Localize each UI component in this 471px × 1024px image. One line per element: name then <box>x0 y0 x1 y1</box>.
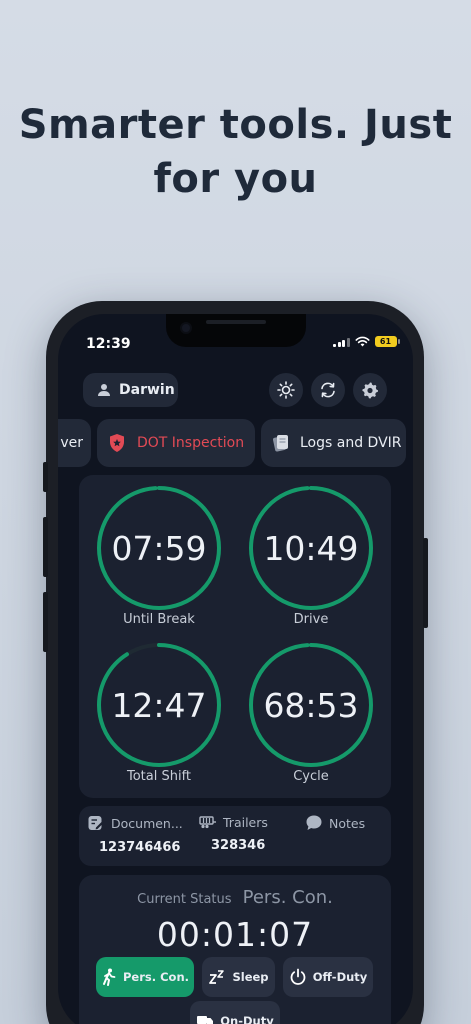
trailers-label: Trailers <box>223 814 268 830</box>
off-duty-label: Off-Duty <box>312 970 368 984</box>
power-icon <box>290 968 306 985</box>
tab-dot-inspection-label: DOT Inspection <box>137 435 245 451</box>
tab-logs-and-dvir-label: Logs and DVIR <box>300 435 402 451</box>
tab-driver[interactable]: ver <box>58 419 91 467</box>
gear-icon <box>362 382 378 399</box>
timer-value-drive: 10:49 <box>263 528 359 568</box>
sleep-zz-icon <box>209 970 225 984</box>
notes-label: Notes <box>329 815 366 831</box>
tab-bar: ver DOT Inspection Logs and DVIR <box>58 419 413 467</box>
phone-volume-down <box>43 592 48 652</box>
sync-button[interactable] <box>311 373 345 407</box>
tab-driver-label: ver <box>60 435 83 451</box>
user-icon <box>98 384 110 396</box>
camera-icon <box>180 322 192 334</box>
headline-line-2: for you <box>153 156 318 202</box>
timer-label-total-shift: Total Shift <box>126 769 192 784</box>
off-duty-button[interactable]: Off-Duty <box>283 957 373 997</box>
timer-ring-drive[interactable]: 10:49 <box>247 484 375 612</box>
headline-line-1: Smarter tools. Just <box>18 102 453 148</box>
current-status-header: Current Status Pers. Con. <box>79 887 391 908</box>
timer-ring-cycle[interactable]: 68:53 <box>247 641 375 769</box>
current-status-timer: 00:01:07 <box>156 915 314 954</box>
timer-ring-total-shift[interactable]: 12:47 <box>95 641 223 769</box>
timer-value-total-shift: 12:47 <box>111 685 207 725</box>
phone-notch <box>166 314 306 347</box>
app-screen: 12:39 61 Darwin ver DOT Inspection Logs … <box>58 314 413 1024</box>
settings-button[interactable] <box>353 373 387 407</box>
phone-volume-up <box>43 517 48 577</box>
speaker-grille <box>206 320 266 324</box>
trailer-icon <box>199 816 216 829</box>
tab-logs-and-dvir[interactable]: Logs and DVIR <box>261 419 406 467</box>
sync-icon <box>321 382 335 398</box>
police-badge-icon <box>110 434 124 452</box>
timer-ring-until-break[interactable]: 07:59 <box>95 484 223 612</box>
timer-value-cycle: 68:53 <box>263 685 359 725</box>
on-duty-button[interactable]: On-Duty <box>190 1001 280 1024</box>
document-edit-icon <box>88 816 104 830</box>
timer-value-until-break: 07:59 <box>111 528 207 568</box>
pers-con-label: Pers. Con. <box>122 970 189 984</box>
status-time: 12:39 <box>86 336 131 352</box>
current-status-card: Current Status Pers. Con. 00:01:07 Pers.… <box>79 875 391 1024</box>
on-duty-label: On-Duty <box>220 1014 274 1024</box>
trailers-section[interactable]: Trailers 328346 <box>199 814 268 853</box>
user-profile-button[interactable]: Darwin <box>83 373 178 407</box>
sleep-label: Sleep <box>232 970 269 984</box>
headline: Smarter tools. Just for you <box>0 98 471 206</box>
trailers-value: 328346 <box>211 838 266 853</box>
timer-label-drive: Drive <box>293 612 329 627</box>
current-status-value: Pers. Con. <box>242 887 333 908</box>
status-icons: 61 <box>333 336 400 347</box>
info-card: Documen... 123746466 Trailers 328346 Not… <box>79 806 391 866</box>
wifi-icon <box>355 336 369 347</box>
battery-icon: 61 <box>374 336 400 347</box>
pers-con-button[interactable]: Pers. Con. <box>96 957 194 997</box>
logs-icon <box>273 435 288 452</box>
user-name: Darwin <box>119 382 175 398</box>
speech-bubble-icon <box>306 815 322 830</box>
walking-person-icon <box>102 968 116 986</box>
theme-toggle-button[interactable] <box>269 373 303 407</box>
timer-label-until-break: Until Break <box>123 612 195 627</box>
phone-power-button <box>423 538 428 628</box>
sleep-button[interactable]: Sleep <box>202 957 275 997</box>
phone-mute-switch <box>43 462 48 492</box>
truck-icon <box>197 1016 214 1024</box>
timer-label-cycle: Cycle <box>293 769 329 784</box>
documents-section[interactable]: Documen... 123746466 <box>87 814 183 855</box>
hos-timers-card: 07:59 Until Break 10:49 Drive 12:47 Tota… <box>79 475 391 798</box>
current-status-label: Current Status <box>137 892 232 907</box>
documents-label: Documen... <box>111 815 183 831</box>
sun-icon <box>277 381 295 399</box>
cellular-signal-icon <box>333 337 350 347</box>
notes-section[interactable]: Notes <box>305 814 365 832</box>
tab-dot-inspection[interactable]: DOT Inspection <box>97 419 255 467</box>
documents-value: 123746466 <box>99 840 181 855</box>
